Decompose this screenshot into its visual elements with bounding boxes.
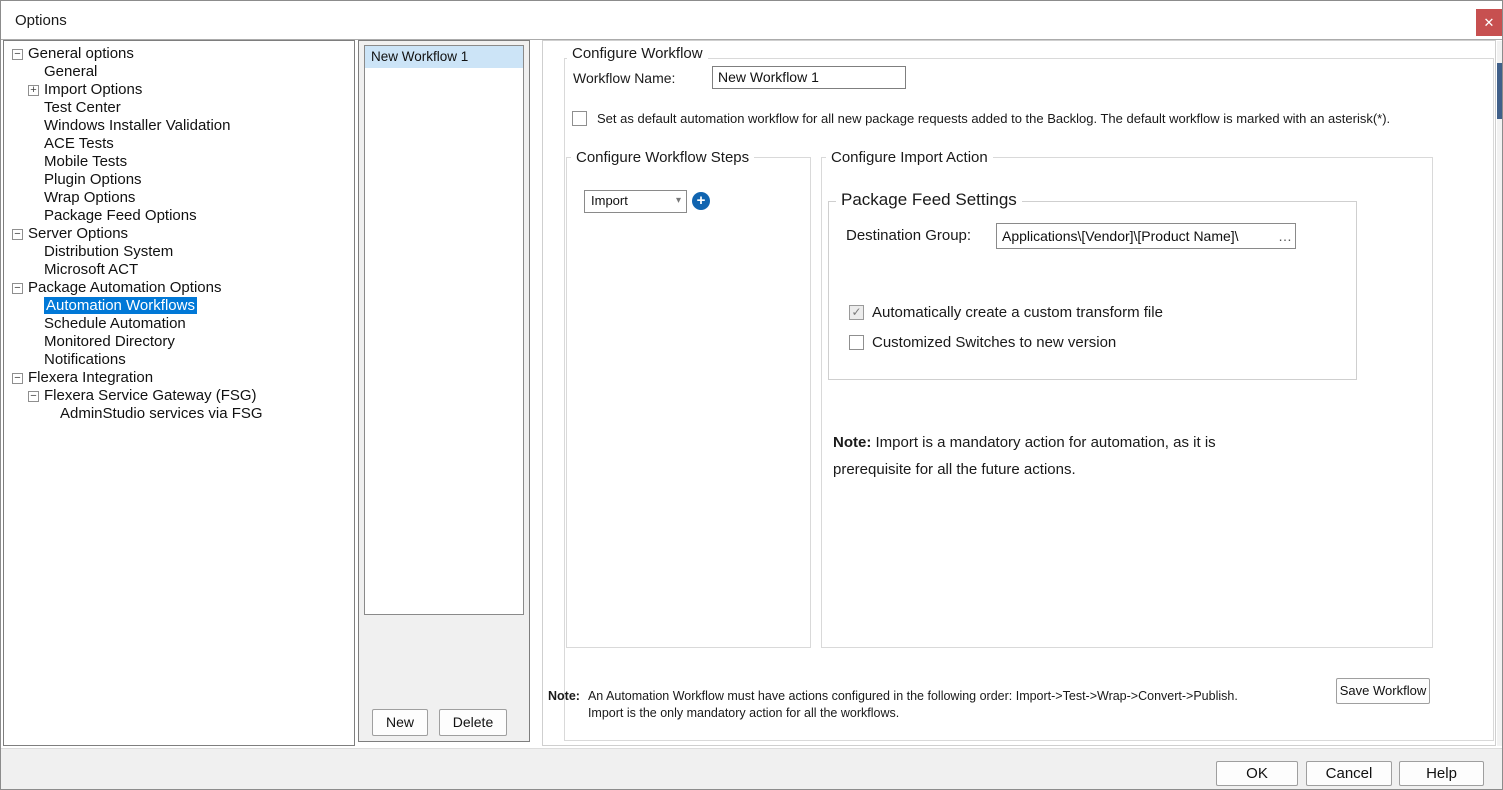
tree-item[interactable]: −General options (4, 45, 354, 63)
close-icon[interactable]: ✕ (1476, 9, 1502, 36)
auto-transform-checkbox[interactable]: ✓ (849, 305, 864, 320)
options-dialog: Options ✕ −General optionsGeneral+Import… (0, 0, 1503, 790)
tree-item-label: Monitored Directory (44, 333, 175, 350)
tree-item-label: Package Automation Options (28, 279, 221, 296)
default-workflow-checkbox[interactable] (572, 111, 587, 126)
collapse-icon[interactable]: − (12, 373, 23, 384)
tree-item[interactable]: Automation Workflows (4, 297, 354, 315)
step-dropdown-value: Import (591, 193, 628, 208)
workflow-steps-group-title: Configure Workflow Steps (571, 149, 754, 166)
vertical-scrollbar[interactable] (1497, 41, 1502, 746)
tree-item-label: Microsoft ACT (44, 261, 138, 278)
options-tree: −General optionsGeneral+Import OptionsTe… (3, 40, 355, 746)
tree-item[interactable]: Monitored Directory (4, 333, 354, 351)
tree-item[interactable]: Package Feed Options (4, 207, 354, 225)
browse-ellipsis-icon[interactable]: … (1278, 224, 1292, 248)
tree-item-label: Automation Workflows (44, 297, 197, 314)
cancel-button[interactable]: Cancel (1306, 761, 1392, 786)
configure-workflow-group-title: Configure Workflow (567, 45, 708, 62)
tree-item-label: Windows Installer Validation (44, 117, 230, 134)
collapse-icon[interactable]: − (12, 229, 23, 240)
collapse-icon[interactable]: − (28, 391, 39, 402)
tree-item-label: Flexera Integration (28, 369, 153, 386)
workflow-order-note-line2: Import is the only mandatory action for … (588, 705, 1238, 722)
tree-item-label: General options (28, 45, 134, 62)
add-step-icon[interactable]: + (692, 192, 710, 210)
custom-switches-checkbox-label: Customized Switches to new version (872, 334, 1116, 351)
tree-item[interactable]: Distribution System (4, 243, 354, 261)
collapse-icon[interactable]: − (12, 49, 23, 60)
help-button[interactable]: Help (1399, 761, 1484, 786)
scrollbar-thumb[interactable] (1497, 63, 1502, 119)
workflow-order-note: Note: An Automation Workflow must have a… (548, 688, 1238, 722)
chevron-down-icon: ▾ (676, 195, 681, 206)
tree-item-label: Schedule Automation (44, 315, 186, 332)
tree-item-label: Wrap Options (44, 189, 135, 206)
delete-workflow-button[interactable]: Delete (439, 709, 507, 736)
tree-item-label: ACE Tests (44, 135, 114, 152)
window-title: Options (15, 12, 67, 29)
tree-item-label: Flexera Service Gateway (FSG) (44, 387, 257, 404)
tree-item[interactable]: Mobile Tests (4, 153, 354, 171)
ok-button[interactable]: OK (1216, 761, 1298, 786)
tree-item-label: General (44, 63, 97, 80)
tree-item-label: Plugin Options (44, 171, 142, 188)
tree-item[interactable]: Wrap Options (4, 189, 354, 207)
custom-switches-checkbox[interactable] (849, 335, 864, 350)
tree-item[interactable]: ACE Tests (4, 135, 354, 153)
workflow-name-input[interactable]: New Workflow 1 (712, 66, 906, 89)
destination-group-label: Destination Group: (846, 227, 971, 244)
tree-item-label: Import Options (44, 81, 142, 98)
tree-item-label: Package Feed Options (44, 207, 197, 224)
tree-item-label: Test Center (44, 99, 121, 116)
expand-icon[interactable]: + (28, 85, 39, 96)
tree-item[interactable]: Microsoft ACT (4, 261, 354, 279)
import-action-group-title: Configure Import Action (826, 149, 993, 166)
workflow-listbox[interactable]: New Workflow 1 (364, 45, 524, 615)
import-note-bold: Note: (833, 434, 871, 451)
tree-item[interactable]: −Server Options (4, 225, 354, 243)
tree-item[interactable]: + Import Options (4, 81, 354, 99)
destination-group-input[interactable]: Applications\[Vendor]\[Product Name]\ … (996, 223, 1296, 249)
import-note: Note: Import is a mandatory action for a… (833, 429, 1278, 483)
tree-item[interactable]: AdminStudio services via FSG (4, 405, 354, 423)
step-dropdown[interactable]: Import ▾ (584, 190, 687, 213)
tree-item-label: Server Options (28, 225, 128, 242)
tree-item[interactable]: Test Center (4, 99, 354, 117)
workflow-steps-groupbox (566, 157, 811, 648)
tree-item-label: AdminStudio services via FSG (60, 405, 263, 422)
tree-item[interactable]: −Flexera Service Gateway (FSG) (4, 387, 354, 405)
workflow-order-note-line1: An Automation Workflow must have actions… (588, 688, 1238, 705)
tree-item[interactable]: Plugin Options (4, 171, 354, 189)
new-workflow-button[interactable]: New (372, 709, 428, 736)
import-note-text: Import is a mandatory action for automat… (833, 434, 1216, 478)
auto-transform-checkbox-label: Automatically create a custom transform … (872, 304, 1163, 321)
tree-item[interactable]: −Flexera Integration (4, 369, 354, 387)
workflow-order-note-bold: Note: (548, 688, 580, 722)
title-bar: Options ✕ (1, 1, 1503, 40)
tree-item-label: Notifications (44, 351, 126, 368)
tree-item[interactable]: −Package Automation Options (4, 279, 354, 297)
collapse-icon[interactable]: − (12, 283, 23, 294)
dialog-footer: OK Cancel Help (1, 748, 1503, 790)
destination-group-value: Applications\[Vendor]\[Product Name]\ (1002, 228, 1239, 244)
default-workflow-checkbox-label: Set as default automation workflow for a… (597, 111, 1390, 126)
tree-item-label: Distribution System (44, 243, 173, 260)
tree-item[interactable]: General (4, 63, 354, 81)
tree-item[interactable]: Schedule Automation (4, 315, 354, 333)
save-workflow-button[interactable]: Save Workflow (1336, 678, 1430, 704)
workflow-list-panel: New Workflow 1 New Delete (358, 40, 530, 742)
workflow-list-item[interactable]: New Workflow 1 (365, 46, 523, 68)
workflow-name-label: Workflow Name: (573, 70, 675, 86)
tree-item[interactable]: Notifications (4, 351, 354, 369)
package-feed-group-title: Package Feed Settings (836, 190, 1022, 210)
tree-item[interactable]: Windows Installer Validation (4, 117, 354, 135)
tree-item-label: Mobile Tests (44, 153, 127, 170)
